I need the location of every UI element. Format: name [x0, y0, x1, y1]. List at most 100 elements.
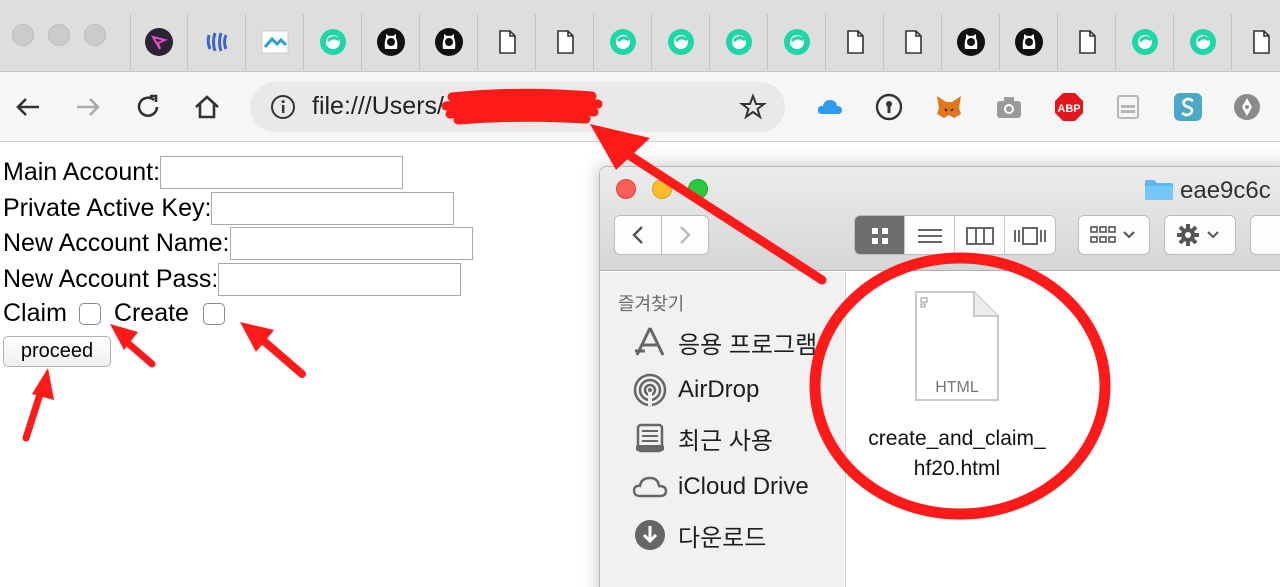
- applications-icon: [632, 324, 668, 360]
- icloud-drive-icon: [632, 469, 668, 505]
- sidebar-item-applications[interactable]: 응용 프로그램: [632, 322, 817, 362]
- pen-nib-icon[interactable]: [1232, 92, 1262, 122]
- sidebar-item-label: 최근 사용: [678, 427, 773, 455]
- reload-icon[interactable]: [133, 92, 163, 122]
- gallery-view-icon[interactable]: [1005, 216, 1055, 254]
- sidebar-item-downloads[interactable]: 다운로드: [632, 515, 766, 555]
- tab-icon-steemit: [1130, 27, 1160, 57]
- proceed-button[interactable]: proceed: [3, 336, 111, 367]
- file-type-label: HTML: [935, 379, 979, 396]
- keyhole-icon[interactable]: [874, 92, 904, 122]
- forward-arrow-icon[interactable]: [73, 92, 103, 122]
- tab-icon-document: [1072, 27, 1102, 57]
- browser-tab[interactable]: [1174, 14, 1232, 70]
- private-active-key-input[interactable]: [211, 192, 455, 225]
- tab-icon-steemit: [1188, 27, 1218, 57]
- finder-view-switcher: [854, 215, 1056, 255]
- browser-tab[interactable]: [188, 14, 246, 70]
- window-minimize-button[interactable]: [48, 24, 70, 46]
- finder-window: eae9c6c 즐겨찾기 응용 프로그램 AirDrop 최근 사용 iClou…: [599, 166, 1280, 587]
- create-checkbox[interactable]: [202, 302, 225, 325]
- info-icon[interactable]: [270, 94, 296, 120]
- sidebar-item-recents[interactable]: 최근 사용: [632, 418, 773, 458]
- browser-tab[interactable]: [1000, 14, 1058, 70]
- finder-close-button[interactable]: [616, 179, 636, 199]
- finder-minimize-button[interactable]: [652, 179, 672, 199]
- finder-title: eae9c6c: [1180, 177, 1271, 204]
- sidebar-item-label: iCloud Drive: [678, 473, 809, 500]
- camera-icon[interactable]: [994, 92, 1024, 122]
- browser-tab-strip: [0, 0, 1280, 72]
- browser-tab[interactable]: [768, 14, 826, 70]
- list-view-icon[interactable]: [905, 216, 955, 254]
- new-account-pass-input[interactable]: [218, 263, 462, 296]
- browser-tab[interactable]: [1058, 14, 1116, 70]
- finder-sidebar: 즐겨찾기 응용 프로그램 AirDrop 최근 사용 iCloud Drive: [600, 272, 846, 587]
- tab-icon-github: [956, 27, 986, 57]
- file-item[interactable]: HTML create_and_claim_ hf20.html: [846, 272, 1280, 587]
- private-active-key-label: Private Active Key:: [3, 194, 212, 222]
- downloads-icon: [632, 517, 668, 553]
- icloud-icon[interactable]: [815, 92, 845, 122]
- tab-icon-cloud: [260, 27, 290, 57]
- new-account-pass-row: New Account Pass:: [3, 263, 462, 296]
- browser-tab[interactable]: [304, 14, 362, 70]
- new-account-name-label: New Account Name:: [3, 229, 230, 257]
- tab-icon-document: [898, 27, 928, 57]
- browser-tab[interactable]: [594, 14, 652, 70]
- new-account-name-row: New Account Name:: [3, 227, 473, 260]
- browser-tab[interactable]: [652, 14, 710, 70]
- browser-tab[interactable]: [478, 14, 536, 70]
- file-name-line1: create_and_claim_: [868, 427, 1046, 450]
- finder-back-button[interactable]: [614, 215, 662, 255]
- browser-tab[interactable]: [710, 14, 768, 70]
- browser-tab[interactable]: [420, 14, 478, 70]
- file-name-line2: hf20.html: [913, 457, 1001, 480]
- sidebar-item-icloud-drive[interactable]: iCloud Drive: [632, 467, 809, 507]
- html-file-icon: HTML: [914, 290, 1000, 402]
- tab-icon-steemit: [782, 27, 812, 57]
- claim-checkbox[interactable]: [78, 302, 101, 325]
- column-view-icon[interactable]: [955, 216, 1005, 254]
- browser-tab[interactable]: [826, 14, 884, 70]
- back-arrow-icon[interactable]: [13, 92, 43, 122]
- action-gear-button[interactable]: [1164, 215, 1236, 255]
- browser-tab[interactable]: [1116, 14, 1174, 70]
- browser-tab[interactable]: [246, 14, 304, 70]
- sidebar-item-label: 응용 프로그램: [678, 331, 818, 359]
- recents-icon: [632, 420, 668, 456]
- share-button[interactable]: [1250, 215, 1280, 255]
- sidebar-item-airdrop[interactable]: AirDrop: [632, 370, 759, 410]
- drive-icon[interactable]: [1113, 92, 1143, 122]
- tab-icon-document: [550, 27, 580, 57]
- steem-s-icon[interactable]: [1173, 92, 1203, 122]
- home-icon[interactable]: [192, 92, 222, 122]
- tab-icon-github: [1014, 27, 1044, 57]
- browser-tab[interactable]: [1232, 14, 1280, 70]
- address-bar[interactable]: file:///Users/ /Downl...: [250, 82, 785, 132]
- main-account-row: Main Account:: [3, 156, 404, 189]
- metamask-fox-icon[interactable]: [934, 92, 964, 122]
- options-row: Claim Create: [3, 299, 225, 328]
- main-account-input[interactable]: [160, 156, 404, 189]
- address-url[interactable]: file:///Users/ /Downl...: [312, 92, 548, 121]
- arrow-to-create-checkbox: [240, 322, 306, 378]
- window-close-button[interactable]: [12, 24, 34, 46]
- new-account-name-input[interactable]: [229, 227, 473, 260]
- finder-zoom-button[interactable]: [688, 179, 708, 199]
- browser-tab[interactable]: [942, 14, 1000, 70]
- browser-tab[interactable]: [884, 14, 942, 70]
- folder-icon: [1144, 179, 1174, 201]
- abp-icon[interactable]: ABP: [1053, 92, 1083, 122]
- browser-tab[interactable]: [362, 14, 420, 70]
- window-zoom-button[interactable]: [84, 24, 106, 46]
- tab-icon-document: [1246, 27, 1276, 57]
- bookmark-star-icon[interactable]: [739, 93, 767, 121]
- tab-icon-purple-arrow: [144, 27, 174, 57]
- finder-forward-button[interactable]: [661, 215, 709, 255]
- browser-tab[interactable]: [536, 14, 594, 70]
- browser-tab[interactable]: [130, 14, 188, 70]
- icon-view-icon[interactable]: [855, 216, 905, 254]
- group-by-button[interactable]: [1078, 215, 1150, 255]
- tab-icon-steem: [202, 27, 232, 57]
